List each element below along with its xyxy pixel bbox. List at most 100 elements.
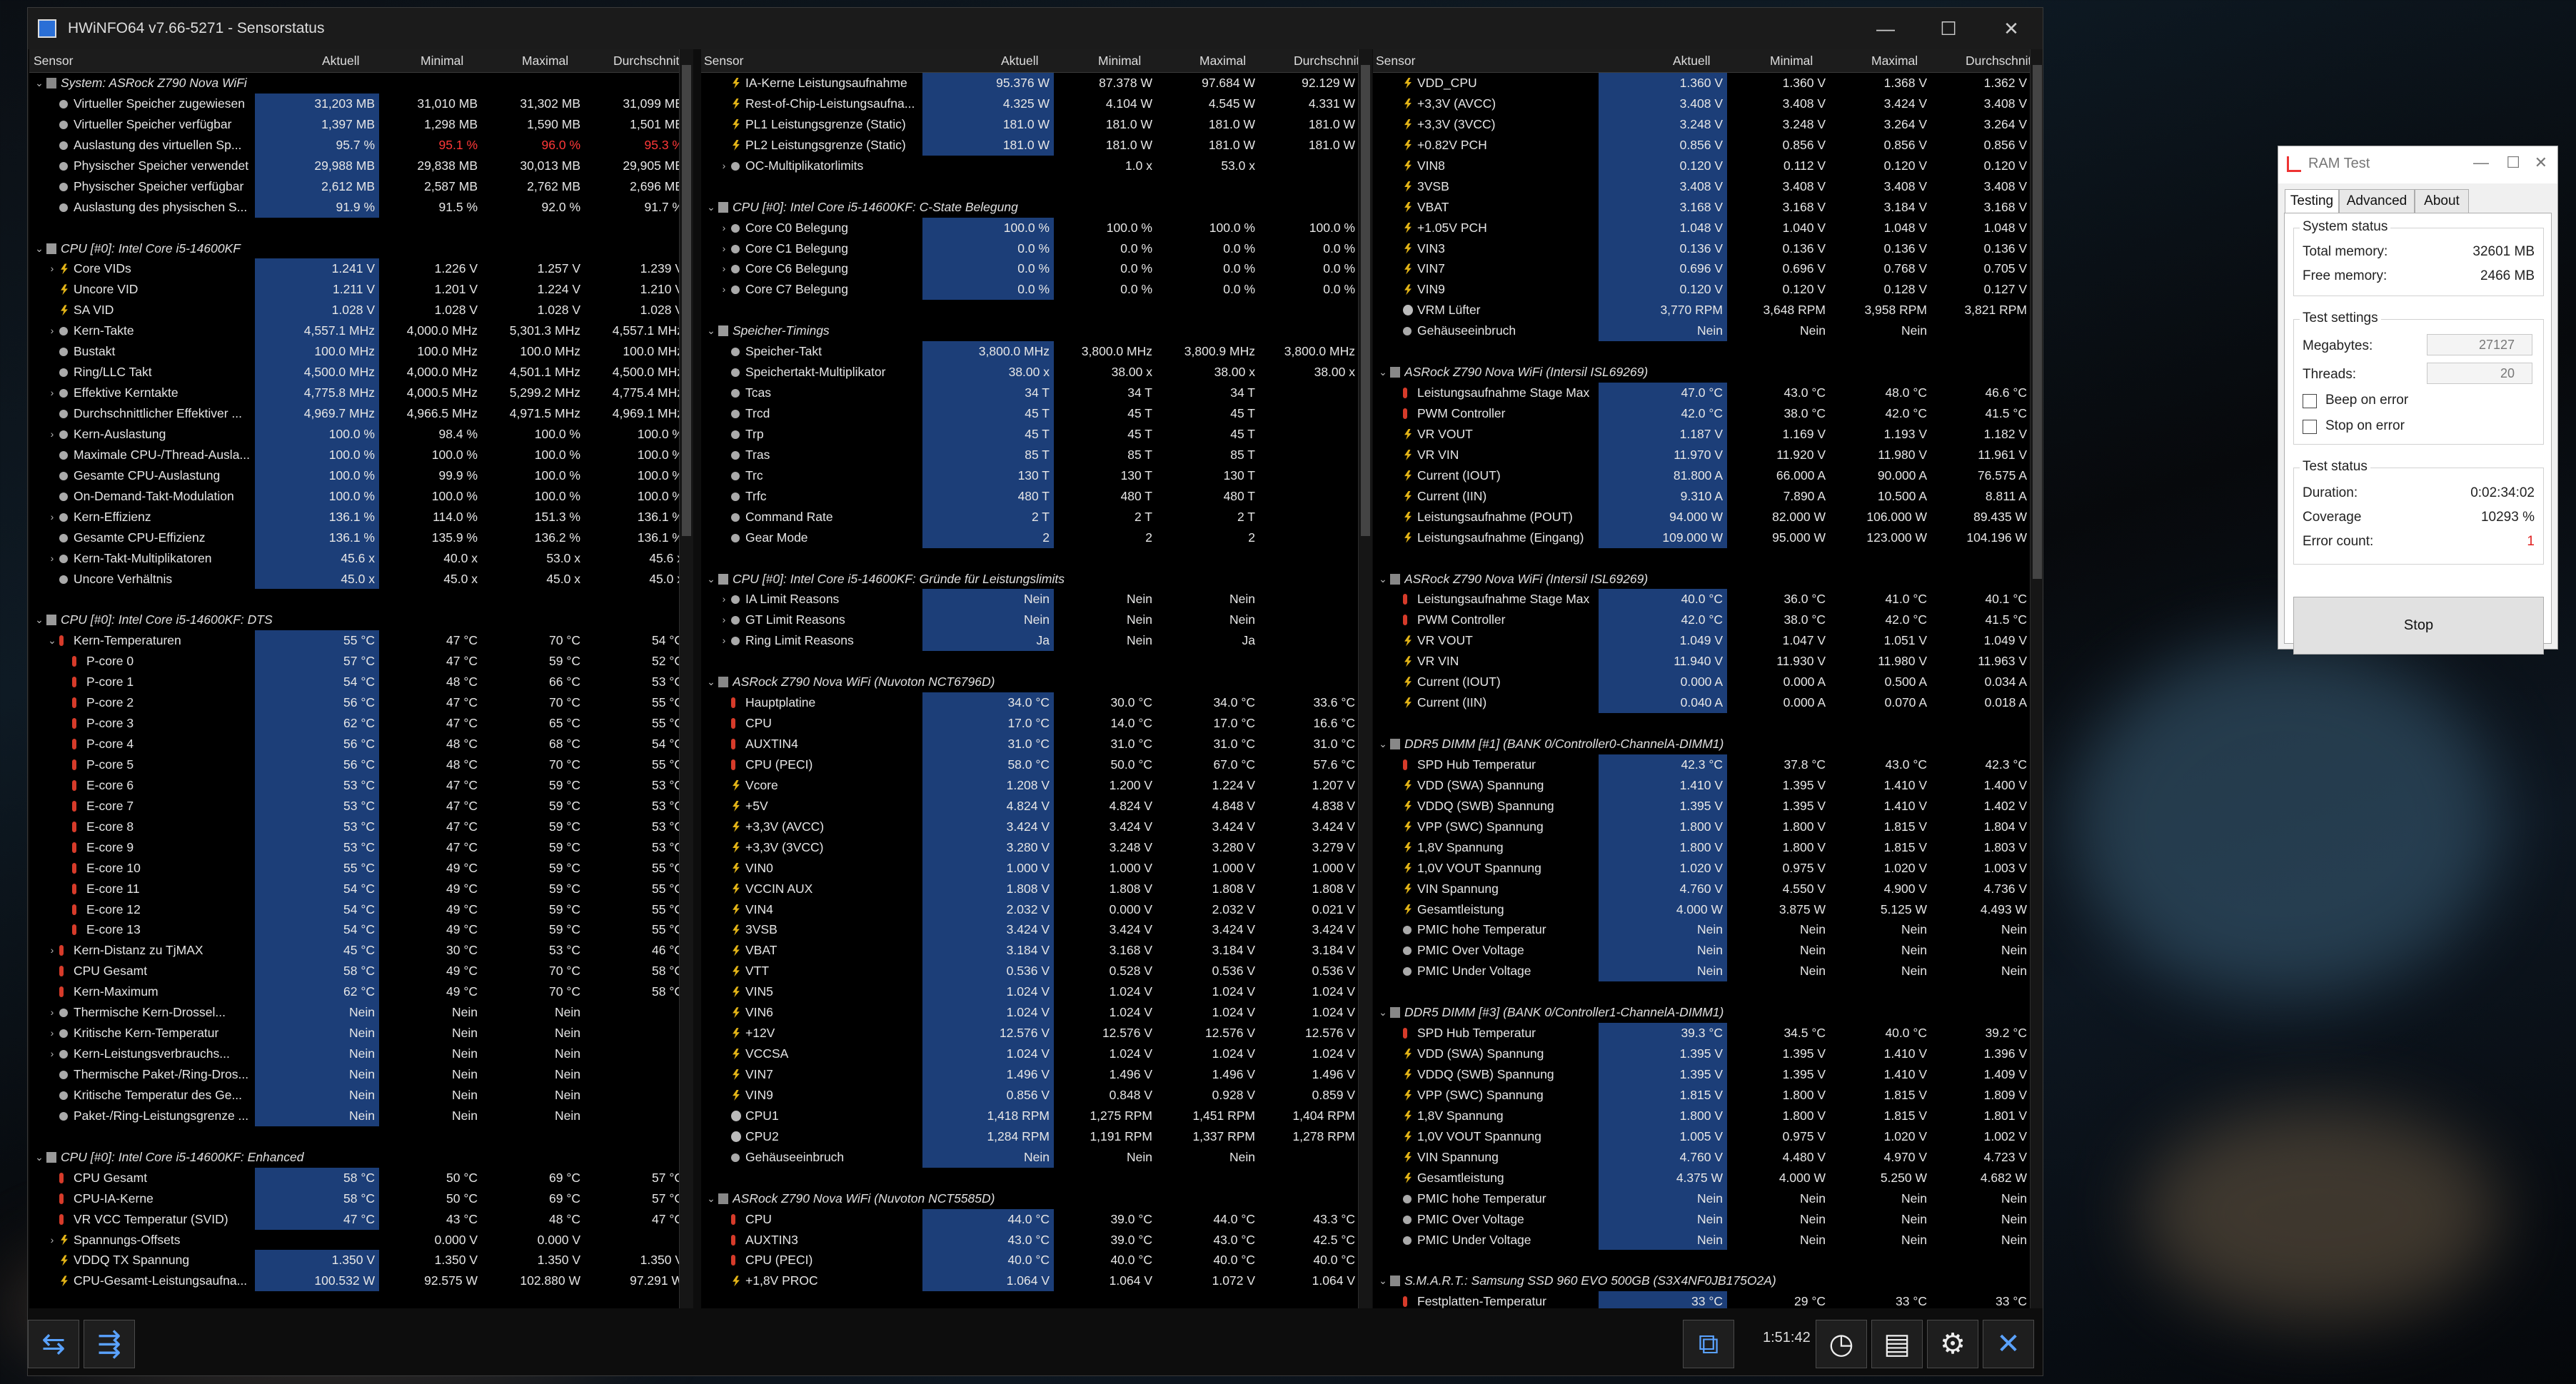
sensor-row[interactable]: › IA Limit Reasons Nein Nein Nein xyxy=(701,589,1358,610)
sensor-row[interactable]: +1.05V PCH 1.048 V 1.040 V 1.048 V 1.048 V xyxy=(1373,217,2030,238)
collapse-chevron-icon[interactable]: ⌄ xyxy=(1377,569,1389,590)
sensor-row[interactable]: 1,8V Spannung 1.800 V 1.800 V 1.815 V 1.801 … xyxy=(1373,1105,2030,1126)
column-3[interactable]: Maximal xyxy=(522,54,568,69)
sensor-row[interactable]: On-Demand-Takt-Modulation 100.0 % 100.0 % 1… xyxy=(29,485,679,507)
sensor-row[interactable]: PMIC Over Voltage Nein Nein Nein Nein xyxy=(1373,1208,2030,1230)
expand-chevron-icon[interactable]: › xyxy=(718,258,730,279)
column-header[interactable]: Sensor Aktuell Minimal Maximal Durchschnitt xyxy=(1373,49,2030,73)
sensor-row[interactable]: +3,3V (3VCC) 3.280 V 3.248 V 3.280 V 3.279 V xyxy=(701,837,1358,858)
sensor-row[interactable]: VDD (SWA) Spannung 1.395 V 1.395 V 1.410 V 1… xyxy=(1373,1044,2030,1065)
sensor-row[interactable]: › GT Limit Reasons Nein Nein Nein xyxy=(701,610,1358,631)
collapse-chevron-icon[interactable]: ⌄ xyxy=(34,73,45,94)
sensor-row[interactable]: Gehäuseeinbruch Nein Nein Nein xyxy=(701,1146,1358,1168)
sensor-row[interactable]: › Core VIDs 1.241 V 1.226 V 1.257 V 1.239 V xyxy=(29,258,679,280)
sensor-row[interactable]: E-core 9 53 °C 47 °C 59 °C 53 °C xyxy=(29,837,679,858)
sensor-row[interactable]: 3VSB 3.424 V 3.424 V 3.424 V 3.424 V xyxy=(701,919,1358,941)
sensor-group[interactable]: ⌄ CPU [#0]: Intel Core i5-14600KF xyxy=(29,238,679,259)
sensor-row[interactable]: Virtueller Speicher zugewiesen 31,203 MB 3… xyxy=(29,93,679,114)
sensor-row[interactable]: E-core 12 54 °C 49 °C 59 °C 55 °C xyxy=(29,899,679,920)
expand-chevron-icon[interactable]: › xyxy=(718,589,730,610)
sensor-row[interactable]: › Kern-Takte 4,557.1 MHz 4,000.0 MHz 5,301.3… xyxy=(29,320,679,342)
sensor-group[interactable]: ⌄ ASRock Z790 Nova WiFi (Intersil ISL6926… xyxy=(1373,569,2030,590)
sensor-row[interactable]: +0.82V PCH 0.856 V 0.856 V 0.856 V 0.856 V xyxy=(1373,134,2030,156)
hwinfo-titlebar[interactable]: HWiNFO64 v7.66-5271 - Sensorstatus — ☐ ✕ xyxy=(28,8,2043,49)
sensor-row[interactable]: CPU 17.0 °C 14.0 °C 17.0 °C 16.6 °C xyxy=(701,713,1358,734)
sensor-row[interactable]: +1,8V PROC 1.064 V 1.064 V 1.072 V 1.064 V xyxy=(701,1271,1358,1292)
column-0[interactable]: Sensor xyxy=(34,54,73,69)
collapse-chevron-icon[interactable]: ⌄ xyxy=(1377,362,1389,383)
column-2[interactable]: Minimal xyxy=(421,54,463,69)
collapse-chevron-icon[interactable]: ⌄ xyxy=(1377,1002,1389,1023)
ramtest-maximize-icon[interactable]: ☐ xyxy=(2506,153,2520,172)
sensor-row[interactable]: P-core 5 56 °C 48 °C 70 °C 55 °C xyxy=(29,754,679,775)
sensor-group[interactable]: ⌄ System: ASRock Z790 Nova WiFi xyxy=(29,73,679,94)
sensor-row[interactable]: Leistungsaufnahme (Eingang) 109.000 W 95.0… xyxy=(1373,527,2030,548)
sensor-row[interactable]: AUXTIN4 31.0 °C 31.0 °C 31.0 °C 31.0 °C xyxy=(701,734,1358,754)
sensor-row[interactable]: CPU Gesamt 58 °C 49 °C 70 °C 58 °C xyxy=(29,961,679,982)
scrollbar-panel-2[interactable] xyxy=(1358,49,1372,1308)
sensor-row[interactable]: VDDQ (SWB) Spannung 1.395 V 1.395 V 1.410 V… xyxy=(1373,1064,2030,1085)
sensor-group[interactable]: ⌄ Speicher-Timings xyxy=(701,320,1358,341)
sensor-row[interactable]: VPP (SWC) Spannung 1.815 V 1.800 V 1.815 V 1… xyxy=(1373,1084,2030,1106)
sensor-row[interactable]: VR VOUT 1.187 V 1.169 V 1.193 V 1.182 V xyxy=(1373,423,2030,445)
sensor-row[interactable]: › Core C0 Belegung 100.0 % 100.0 % 100.0 % 10… xyxy=(701,217,1358,238)
collapse-chevron-icon[interactable]: ⌄ xyxy=(705,672,717,692)
sensor-row[interactable]: PMIC Over Voltage Nein Nein Nein Nein xyxy=(1373,940,2030,961)
ramtest-titlebar[interactable]: RAM Test — ☐ ✕ xyxy=(2278,146,2557,183)
sensor-row[interactable]: 1,8V Spannung 1.800 V 1.800 V 1.815 V 1.803 … xyxy=(1373,837,2030,858)
sensor-row[interactable]: PWM Controller 42.0 °C 38.0 °C 42.0 °C 41.5 … xyxy=(1373,610,2030,631)
sensor-row[interactable]: PMIC Under Voltage Nein Nein Nein Nein xyxy=(1373,961,2030,982)
sensor-row[interactable]: VCCSA 1.024 V 1.024 V 1.024 V 1.024 V xyxy=(701,1044,1358,1065)
ramtest-minimize-icon[interactable]: — xyxy=(2473,153,2489,172)
sensor-row[interactable]: PWM Controller 42.0 °C 38.0 °C 42.0 °C 41.5 … xyxy=(1373,403,2030,424)
sensor-row[interactable]: +3,3V (3VCC) 3.248 V 3.248 V 3.264 V 3.264 V xyxy=(1373,113,2030,135)
sensor-row[interactable]: Tcas 34 T 34 T 34 T xyxy=(701,383,1358,404)
sensor-row[interactable]: Thermische Paket-/Ring-Dros... Nein Nein Ne… xyxy=(29,1064,679,1085)
sensor-row[interactable]: Trfc 480 T 480 T 480 T xyxy=(701,485,1358,507)
sensor-row[interactable]: CPU-IA-Kerne 58 °C 50 °C 69 °C 57 °C xyxy=(29,1188,679,1209)
sensor-row[interactable]: VIN5 1.024 V 1.024 V 1.024 V 1.024 V xyxy=(701,981,1358,1003)
stop-button[interactable]: Stop xyxy=(2293,597,2544,655)
maximize-button[interactable]: ☐ xyxy=(1917,8,1980,49)
expand-chevron-icon[interactable]: › xyxy=(46,1023,58,1044)
column-header[interactable]: Sensor Aktuell Minimal Maximal Durchschnitt xyxy=(701,49,1358,73)
sensor-row[interactable]: VIN8 0.120 V 0.112 V 0.120 V 0.120 V xyxy=(1373,155,2030,176)
sensor-row[interactable]: AUXTIN3 43.0 °C 39.0 °C 43.0 °C 42.5 °C xyxy=(701,1229,1358,1251)
sensor-row[interactable]: Auslastung des physischen S... 91.9 % 91.5… xyxy=(29,196,679,218)
sensor-row[interactable]: › Kern-Leistungsverbrauchs... Nein Nein Nein xyxy=(29,1044,679,1065)
sensor-row[interactable]: Hauptplatine 34.0 °C 30.0 °C 34.0 °C 33.6 °C xyxy=(701,692,1358,714)
expand-chevron-icon[interactable]: › xyxy=(46,548,58,569)
expand-chevron-icon[interactable]: › xyxy=(718,238,730,259)
sensor-row[interactable]: Gear Mode 2 2 2 xyxy=(701,527,1358,548)
sensor-row[interactable]: +3,3V (AVCC) 3.424 V 3.424 V 3.424 V 3.424 V xyxy=(701,816,1358,837)
settings-gear-icon[interactable]: ⚙ xyxy=(1927,1320,1978,1368)
sensor-row[interactable]: Maximale CPU-/Thread-Ausla... 100.0 % 100.… xyxy=(29,444,679,465)
sensor-row[interactable]: › Kritische Kern-Temperatur Nein Nein Nein xyxy=(29,1023,679,1044)
sensor-row[interactable]: Festplatten-Temperatur 33 °C 29 °C 33 °C 33 … xyxy=(1373,1291,2030,1308)
sensor-row[interactable]: Kern-Maximum 62 °C 49 °C 70 °C 58 °C xyxy=(29,981,679,1003)
sensor-row[interactable]: SA VID 1.028 V 1.028 V 1.028 V 1.028 V xyxy=(29,300,679,321)
sensor-row[interactable]: Kritische Temperatur des Ge... Nein Nein Ne… xyxy=(29,1084,679,1106)
sensor-group[interactable]: ⌄ DDR5 DIMM [#3] (BANK 0/Controller1-Chan… xyxy=(1373,1002,2030,1023)
collapse-chevron-icon[interactable]: ⌄ xyxy=(34,1147,45,1168)
sensor-row[interactable]: VDDQ TX Spannung 1.350 V 1.350 V 1.350 V 1.3… xyxy=(29,1250,679,1271)
sensor-group[interactable]: ⌄ ASRock Z790 Nova WiFi (Nuvoton NCT6796D… xyxy=(701,672,1358,692)
sensor-row[interactable]: VIN9 0.120 V 0.120 V 0.128 V 0.127 V xyxy=(1373,279,2030,300)
sensor-row[interactable]: › Ring Limit Reasons Ja Nein Ja xyxy=(701,630,1358,652)
sensor-row[interactable]: PMIC Under Voltage Nein Nein Nein Nein xyxy=(1373,1229,2030,1251)
tab-about[interactable]: About xyxy=(2415,189,2469,213)
sensor-row[interactable]: Paket-/Ring-Leistungsgrenze ... Nein Nein N… xyxy=(29,1105,679,1126)
sensor-row[interactable]: PL2 Leistungsgrenze (Static) 181.0 W 181.0… xyxy=(701,134,1358,156)
column-1[interactable]: Aktuell xyxy=(1001,54,1039,69)
sensor-row[interactable]: VDD_CPU 1.360 V 1.360 V 1.368 V 1.362 V xyxy=(1373,73,2030,94)
nav-collapse-icon[interactable]: ⇶ xyxy=(84,1320,135,1368)
sensor-row[interactable]: Leistungsaufnahme Stage Max 40.0 °C 36.0 °… xyxy=(1373,589,2030,610)
sensor-row[interactable]: CPU1 1,418 RPM 1,275 RPM 1,451 RPM 1,404 RPM xyxy=(701,1105,1358,1126)
sensor-row[interactable]: VR VIN 11.940 V 11.930 V 11.980 V 11.963 V xyxy=(1373,651,2030,672)
clock-reset-icon[interactable]: ◷ xyxy=(1816,1320,1867,1368)
sensor-row[interactable]: Trcd 45 T 45 T 45 T xyxy=(701,403,1358,424)
expand-chevron-icon[interactable]: › xyxy=(718,630,730,651)
sensor-row[interactable]: E-core 13 54 °C 49 °C 59 °C 55 °C xyxy=(29,919,679,941)
column-0[interactable]: Sensor xyxy=(704,54,743,69)
beep-on-error-checkbox[interactable] xyxy=(2303,394,2317,408)
